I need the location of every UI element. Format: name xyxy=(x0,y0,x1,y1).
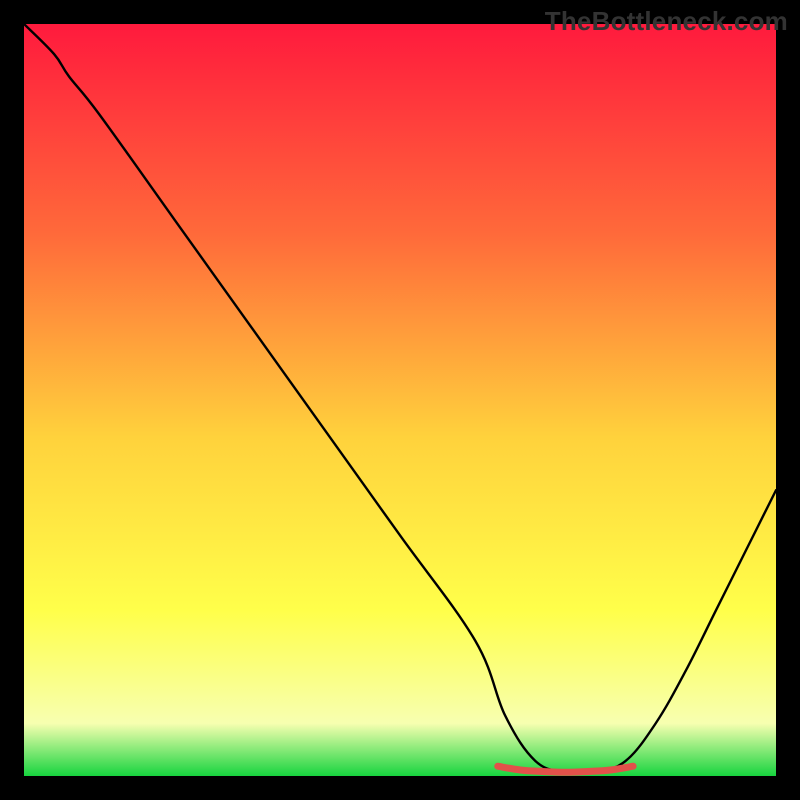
gradient-background xyxy=(24,24,776,776)
plot-area xyxy=(24,24,776,776)
chart-frame: TheBottleneck.com xyxy=(0,0,800,800)
chart-svg xyxy=(24,24,776,776)
watermark-text: TheBottleneck.com xyxy=(545,6,788,37)
